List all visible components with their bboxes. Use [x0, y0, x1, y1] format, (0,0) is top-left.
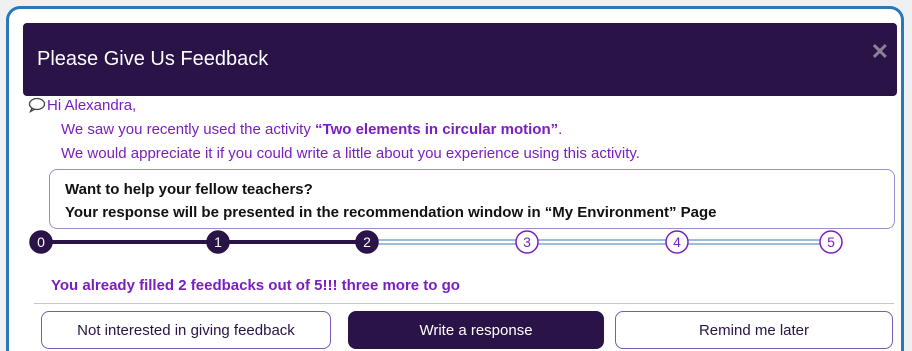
not-interested-button[interactable]: Not interested in giving feedback	[41, 311, 331, 349]
write-response-button[interactable]: Write a response	[348, 311, 604, 349]
progress-step-label: 3	[523, 234, 531, 250]
remind-later-button[interactable]: Remind me later	[615, 311, 893, 349]
divider	[34, 303, 894, 304]
feedback-dialog: Please Give Us Feedback ✕ Hi Alexandra, …	[6, 6, 904, 351]
progress-step-label: 2	[363, 234, 371, 250]
progress-step-label: 0	[37, 234, 45, 250]
progress-step-label: 5	[827, 234, 835, 250]
progress-step-label: 4	[673, 234, 681, 250]
progress-tracker: 0 1 2 3 4 5	[29, 230, 843, 254]
progress-step-label: 1	[214, 234, 222, 250]
progress-text: You already filled 2 feedbacks out of 5!…	[51, 277, 460, 294]
